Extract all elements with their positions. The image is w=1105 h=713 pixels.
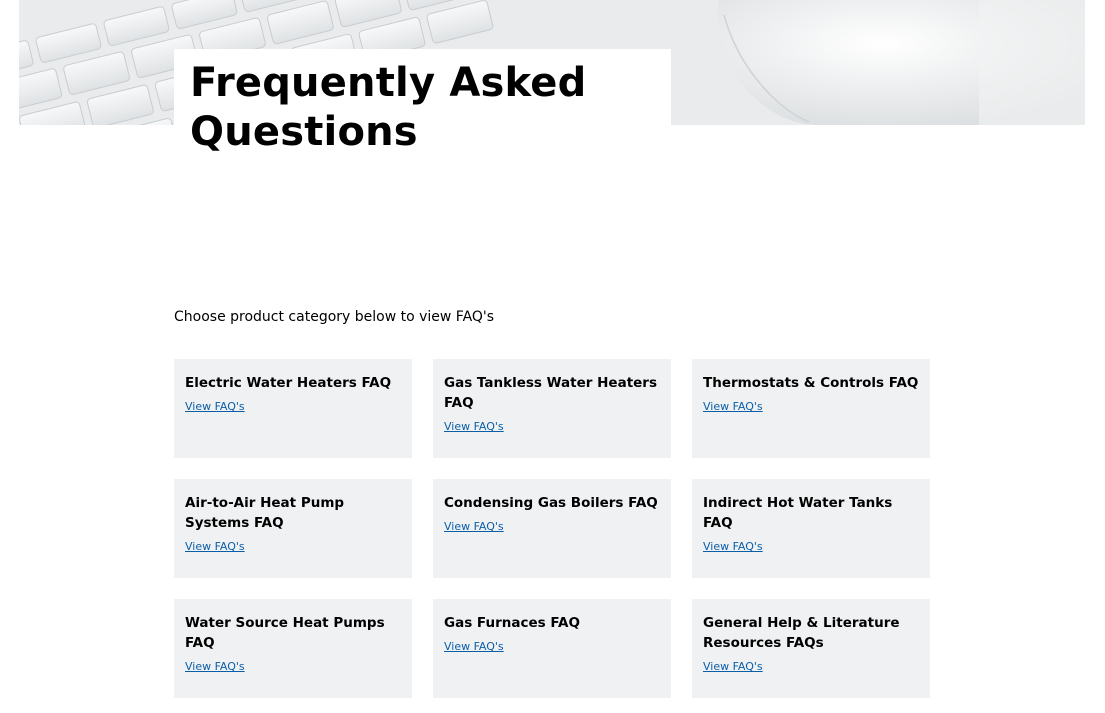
faq-card-title: Electric Water Heaters FAQ xyxy=(185,375,392,391)
faq-card-title: Air-to-Air Heat Pump Systems FAQ xyxy=(185,495,345,531)
faq-card-electric-water-heaters: Electric Water Heaters FAQ View FAQ's xyxy=(174,359,412,458)
faq-card-title: General Help & Literature Resources FAQs xyxy=(703,615,900,651)
faq-card-indirect-hot-water-tanks: Indirect Hot Water Tanks FAQ View FAQ's xyxy=(692,479,930,578)
faq-card-gas-furnaces: Gas Furnaces FAQ View FAQ's xyxy=(433,599,671,698)
faq-card-condensing-gas-boilers: Condensing Gas Boilers FAQ View FAQ's xyxy=(433,479,671,578)
view-faqs-link[interactable]: View FAQ's xyxy=(444,520,504,534)
faq-card-title: Condensing Gas Boilers FAQ xyxy=(444,495,658,511)
view-faqs-link[interactable]: View FAQ's xyxy=(703,400,763,414)
view-faqs-link[interactable]: View FAQ's xyxy=(185,660,245,674)
faq-card-air-to-air-heat-pumps: Air-to-Air Heat Pump Systems FAQ View FA… xyxy=(174,479,412,578)
view-faqs-link[interactable]: View FAQ's xyxy=(703,660,763,674)
view-faqs-link[interactable]: View FAQ's xyxy=(185,540,245,554)
title-panel: Frequently Asked Questions xyxy=(174,49,671,159)
page-title: Frequently Asked Questions xyxy=(190,60,587,155)
view-faqs-link[interactable]: View FAQ's xyxy=(444,640,504,654)
view-faqs-link[interactable]: View FAQ's xyxy=(185,400,245,414)
faq-card-title: Indirect Hot Water Tanks FAQ xyxy=(703,495,893,531)
faq-card-general-help-literature: General Help & Literature Resources FAQs… xyxy=(692,599,930,698)
view-faqs-link[interactable]: View FAQ's xyxy=(703,540,763,554)
faq-card-title: Thermostats & Controls FAQ xyxy=(703,375,919,391)
faq-card-title: Water Source Heat Pumps FAQ xyxy=(185,615,385,651)
faq-card-gas-tankless-water-heaters: Gas Tankless Water Heaters FAQ View FAQ'… xyxy=(433,359,671,458)
intro-text: Choose product category below to view FA… xyxy=(174,309,495,325)
view-faqs-link[interactable]: View FAQ's xyxy=(444,420,504,434)
faq-card-thermostats-controls: Thermostats & Controls FAQ View FAQ's xyxy=(692,359,930,458)
faq-card-title: Gas Tankless Water Heaters FAQ xyxy=(444,375,658,411)
faq-card-title: Gas Furnaces FAQ xyxy=(444,615,580,631)
faq-card-water-source-heat-pumps: Water Source Heat Pumps FAQ View FAQ's xyxy=(174,599,412,698)
